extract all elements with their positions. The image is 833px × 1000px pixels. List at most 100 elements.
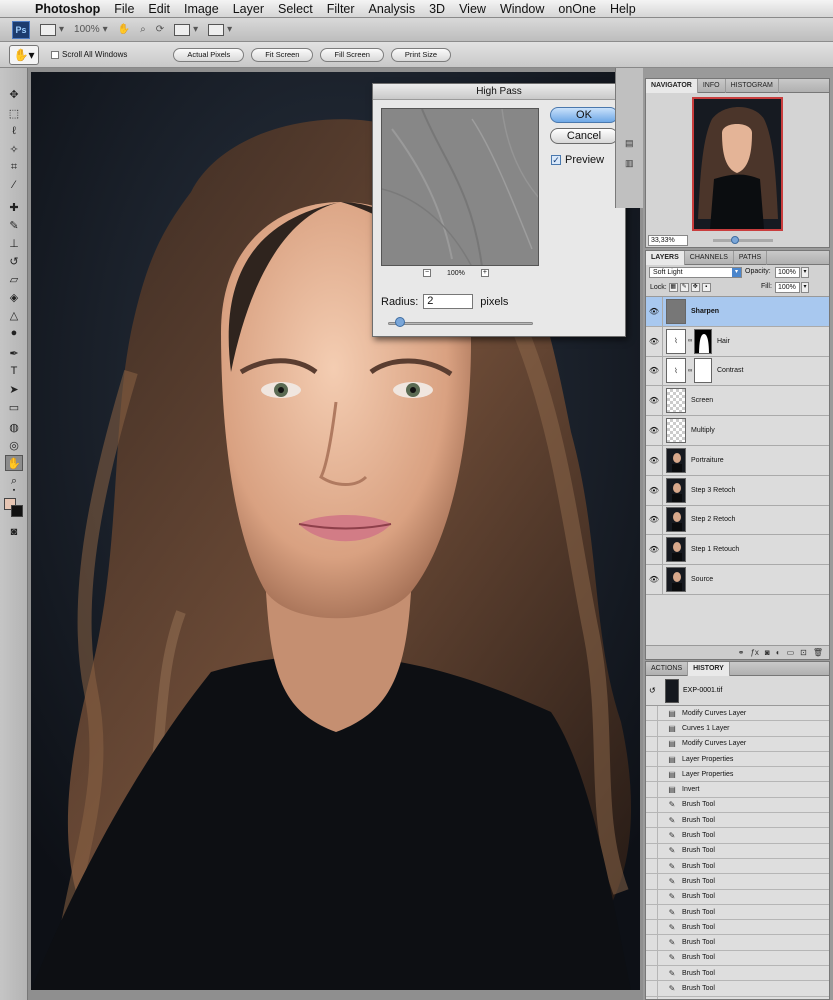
type-tool-icon[interactable]: T — [5, 363, 23, 379]
eye-visibility-icon[interactable]: 👁 — [646, 416, 663, 445]
opacity-input[interactable]: 100% — [775, 267, 800, 278]
dodge-tool-icon[interactable]: ● — [5, 325, 23, 341]
history-source-box[interactable] — [646, 751, 658, 767]
brush-tool-icon[interactable]: ✎ — [5, 217, 23, 233]
history-source-box[interactable] — [646, 966, 658, 981]
eye-visibility-icon[interactable]: 👁 — [646, 356, 663, 386]
tab-channels[interactable]: CHANNELS — [685, 250, 734, 265]
healing-brush-tool-icon[interactable]: ✚ — [5, 199, 23, 215]
history-state[interactable]: ✎ Brush Tool — [646, 874, 829, 890]
fill-input[interactable]: 100% — [775, 282, 800, 293]
clone-stamp-tool-icon[interactable]: ⊥ — [5, 235, 23, 251]
history-source-box[interactable] — [646, 736, 658, 751]
history-source-box[interactable] — [646, 782, 658, 797]
lock-all-icon[interactable]: ▪ — [701, 283, 711, 292]
fill-dropdown[interactable]: ▾ — [801, 282, 809, 293]
history-state[interactable]: ▤ Layer Properties — [646, 767, 829, 783]
history-source-box[interactable] — [646, 858, 658, 874]
ok-button[interactable]: OK — [550, 107, 618, 123]
menu-3d[interactable]: 3D — [422, 2, 452, 16]
history-state[interactable]: ✎ Brush Tool — [646, 813, 829, 829]
background-color-swatch[interactable] — [11, 505, 23, 517]
zoom-level-control[interactable]: 100% ▾ — [74, 24, 108, 35]
marquee-tool-icon[interactable]: ⬚ — [5, 105, 23, 121]
eye-visibility-icon[interactable]: 👁 — [646, 535, 663, 565]
layer-row[interactable]: 👁 Step 2 Retoch — [646, 505, 829, 536]
paint-bucket-tool-icon[interactable]: ◈ — [5, 289, 23, 305]
history-state[interactable]: ✎ Brush Tool — [646, 981, 829, 997]
zoom-tool-icon[interactable]: ⌕ — [140, 24, 146, 35]
history-state[interactable]: ✎ Brush Tool — [646, 935, 829, 951]
history-source-box[interactable] — [646, 996, 658, 999]
layer-row[interactable]: 👁 ⌇ ∞ Contrast — [646, 356, 829, 387]
menu-help[interactable]: Help — [603, 2, 643, 16]
history-snapshot[interactable]: ↺ EXP-0001.tif — [646, 676, 829, 706]
fit-screen-button[interactable]: Fit Screen — [251, 47, 314, 62]
history-state[interactable]: ▤ Invert — [646, 782, 829, 798]
panel-icon-a[interactable]: ▤ — [625, 138, 634, 149]
move-tool-icon[interactable]: ✥ — [5, 86, 23, 102]
zoom-in-button[interactable]: + — [480, 269, 489, 277]
navigator-zoom-slider[interactable] — [713, 236, 773, 244]
link-icon[interactable]: ∞ — [688, 368, 692, 374]
menu-image[interactable]: Image — [177, 2, 226, 16]
tab-actions[interactable]: ACTIONS — [646, 662, 689, 676]
history-state[interactable]: ▤ Curves 1 Layer — [646, 721, 829, 737]
layer-mask-icon[interactable]: ◙ — [765, 648, 770, 657]
menu-view[interactable]: View — [452, 2, 493, 16]
history-state[interactable]: ✎ Brush Tool — [646, 843, 829, 859]
history-source-box[interactable] — [646, 920, 658, 935]
history-state[interactable]: ▤ Modify Curves Layer — [646, 706, 829, 722]
menu-edit[interactable]: Edit — [141, 2, 177, 16]
history-state[interactable]: ▤ Modify Curves Layer — [646, 736, 829, 752]
history-state[interactable]: ▤ Layer Properties — [646, 751, 829, 768]
layer-row[interactable]: 👁 Sharpen — [646, 297, 829, 327]
history-state[interactable]: ✎ Brush Tool — [646, 904, 829, 921]
magic-wand-tool-icon[interactable]: ✧ — [5, 141, 23, 157]
link-icon[interactable]: ∞ — [688, 338, 692, 344]
history-source-box[interactable] — [646, 981, 658, 996]
zoom-out-button[interactable]: − — [423, 269, 431, 277]
menu-select[interactable]: Select — [271, 2, 320, 16]
layer-row[interactable]: 👁 Multiply — [646, 416, 829, 446]
history-source-box[interactable] — [646, 843, 658, 858]
3d-orbit-tool-icon[interactable]: ◎ — [5, 437, 23, 453]
scroll-all-windows-checkbox[interactable]: Scroll All Windows — [51, 50, 127, 59]
tool-preset-picker[interactable]: ✋ ▾ — [9, 44, 39, 65]
default-colors-icon[interactable]: ▪ — [5, 486, 23, 494]
preview-checkbox[interactable]: ✓ Preview — [551, 154, 604, 166]
history-source-box[interactable] — [646, 813, 658, 828]
layer-row[interactable]: 👁 Step 1 Retouch — [646, 535, 829, 566]
eye-visibility-icon[interactable]: 👁 — [646, 445, 663, 475]
menu-file[interactable]: File — [107, 2, 141, 16]
menu-filter[interactable]: Filter — [320, 2, 362, 16]
new-layer-icon[interactable]: ⊡ — [800, 648, 807, 657]
radius-slider[interactable] — [388, 322, 533, 325]
history-source-box[interactable] — [646, 721, 658, 736]
menu-analysis[interactable]: Analysis — [362, 2, 423, 16]
navigator-zoom-input[interactable]: 33,33% — [648, 235, 688, 246]
history-state[interactable]: ✎ Brush Tool — [646, 950, 829, 967]
lasso-tool-icon[interactable]: ℓ — [5, 123, 23, 139]
lock-image-icon[interactable]: ✎ — [679, 283, 689, 292]
history-source-box[interactable] — [646, 767, 658, 782]
menu-layer[interactable]: Layer — [226, 2, 271, 16]
tab-history[interactable]: HISTORY — [688, 662, 730, 676]
3d-rotate-tool-icon[interactable]: ◍ — [5, 419, 23, 435]
radius-slider-knob[interactable] — [395, 317, 405, 327]
eyedropper-tool-icon[interactable]: ⁄ — [5, 177, 23, 193]
screen-mode-icon[interactable]: ▾ — [208, 23, 232, 36]
history-source-box[interactable] — [646, 889, 658, 904]
tab-histogram[interactable]: HISTOGRAM — [726, 78, 779, 93]
eye-visibility-icon[interactable]: 👁 — [646, 475, 663, 505]
menu-onone[interactable]: onOne — [551, 2, 603, 16]
shape-tool-icon[interactable]: ▭ — [5, 399, 23, 415]
layer-row[interactable]: 👁 Step 3 Retoch — [646, 475, 829, 506]
history-source-box[interactable] — [646, 706, 658, 721]
menu-app-name[interactable]: Photoshop — [28, 2, 107, 16]
history-source-box[interactable] — [646, 904, 658, 920]
panel-icon-b[interactable]: ▥ — [625, 158, 634, 169]
pen-tool-icon[interactable]: ✒ — [5, 345, 23, 361]
trash-icon[interactable]: 🗑 — [813, 648, 823, 657]
history-state[interactable]: ✎ Brush Tool — [646, 797, 829, 814]
